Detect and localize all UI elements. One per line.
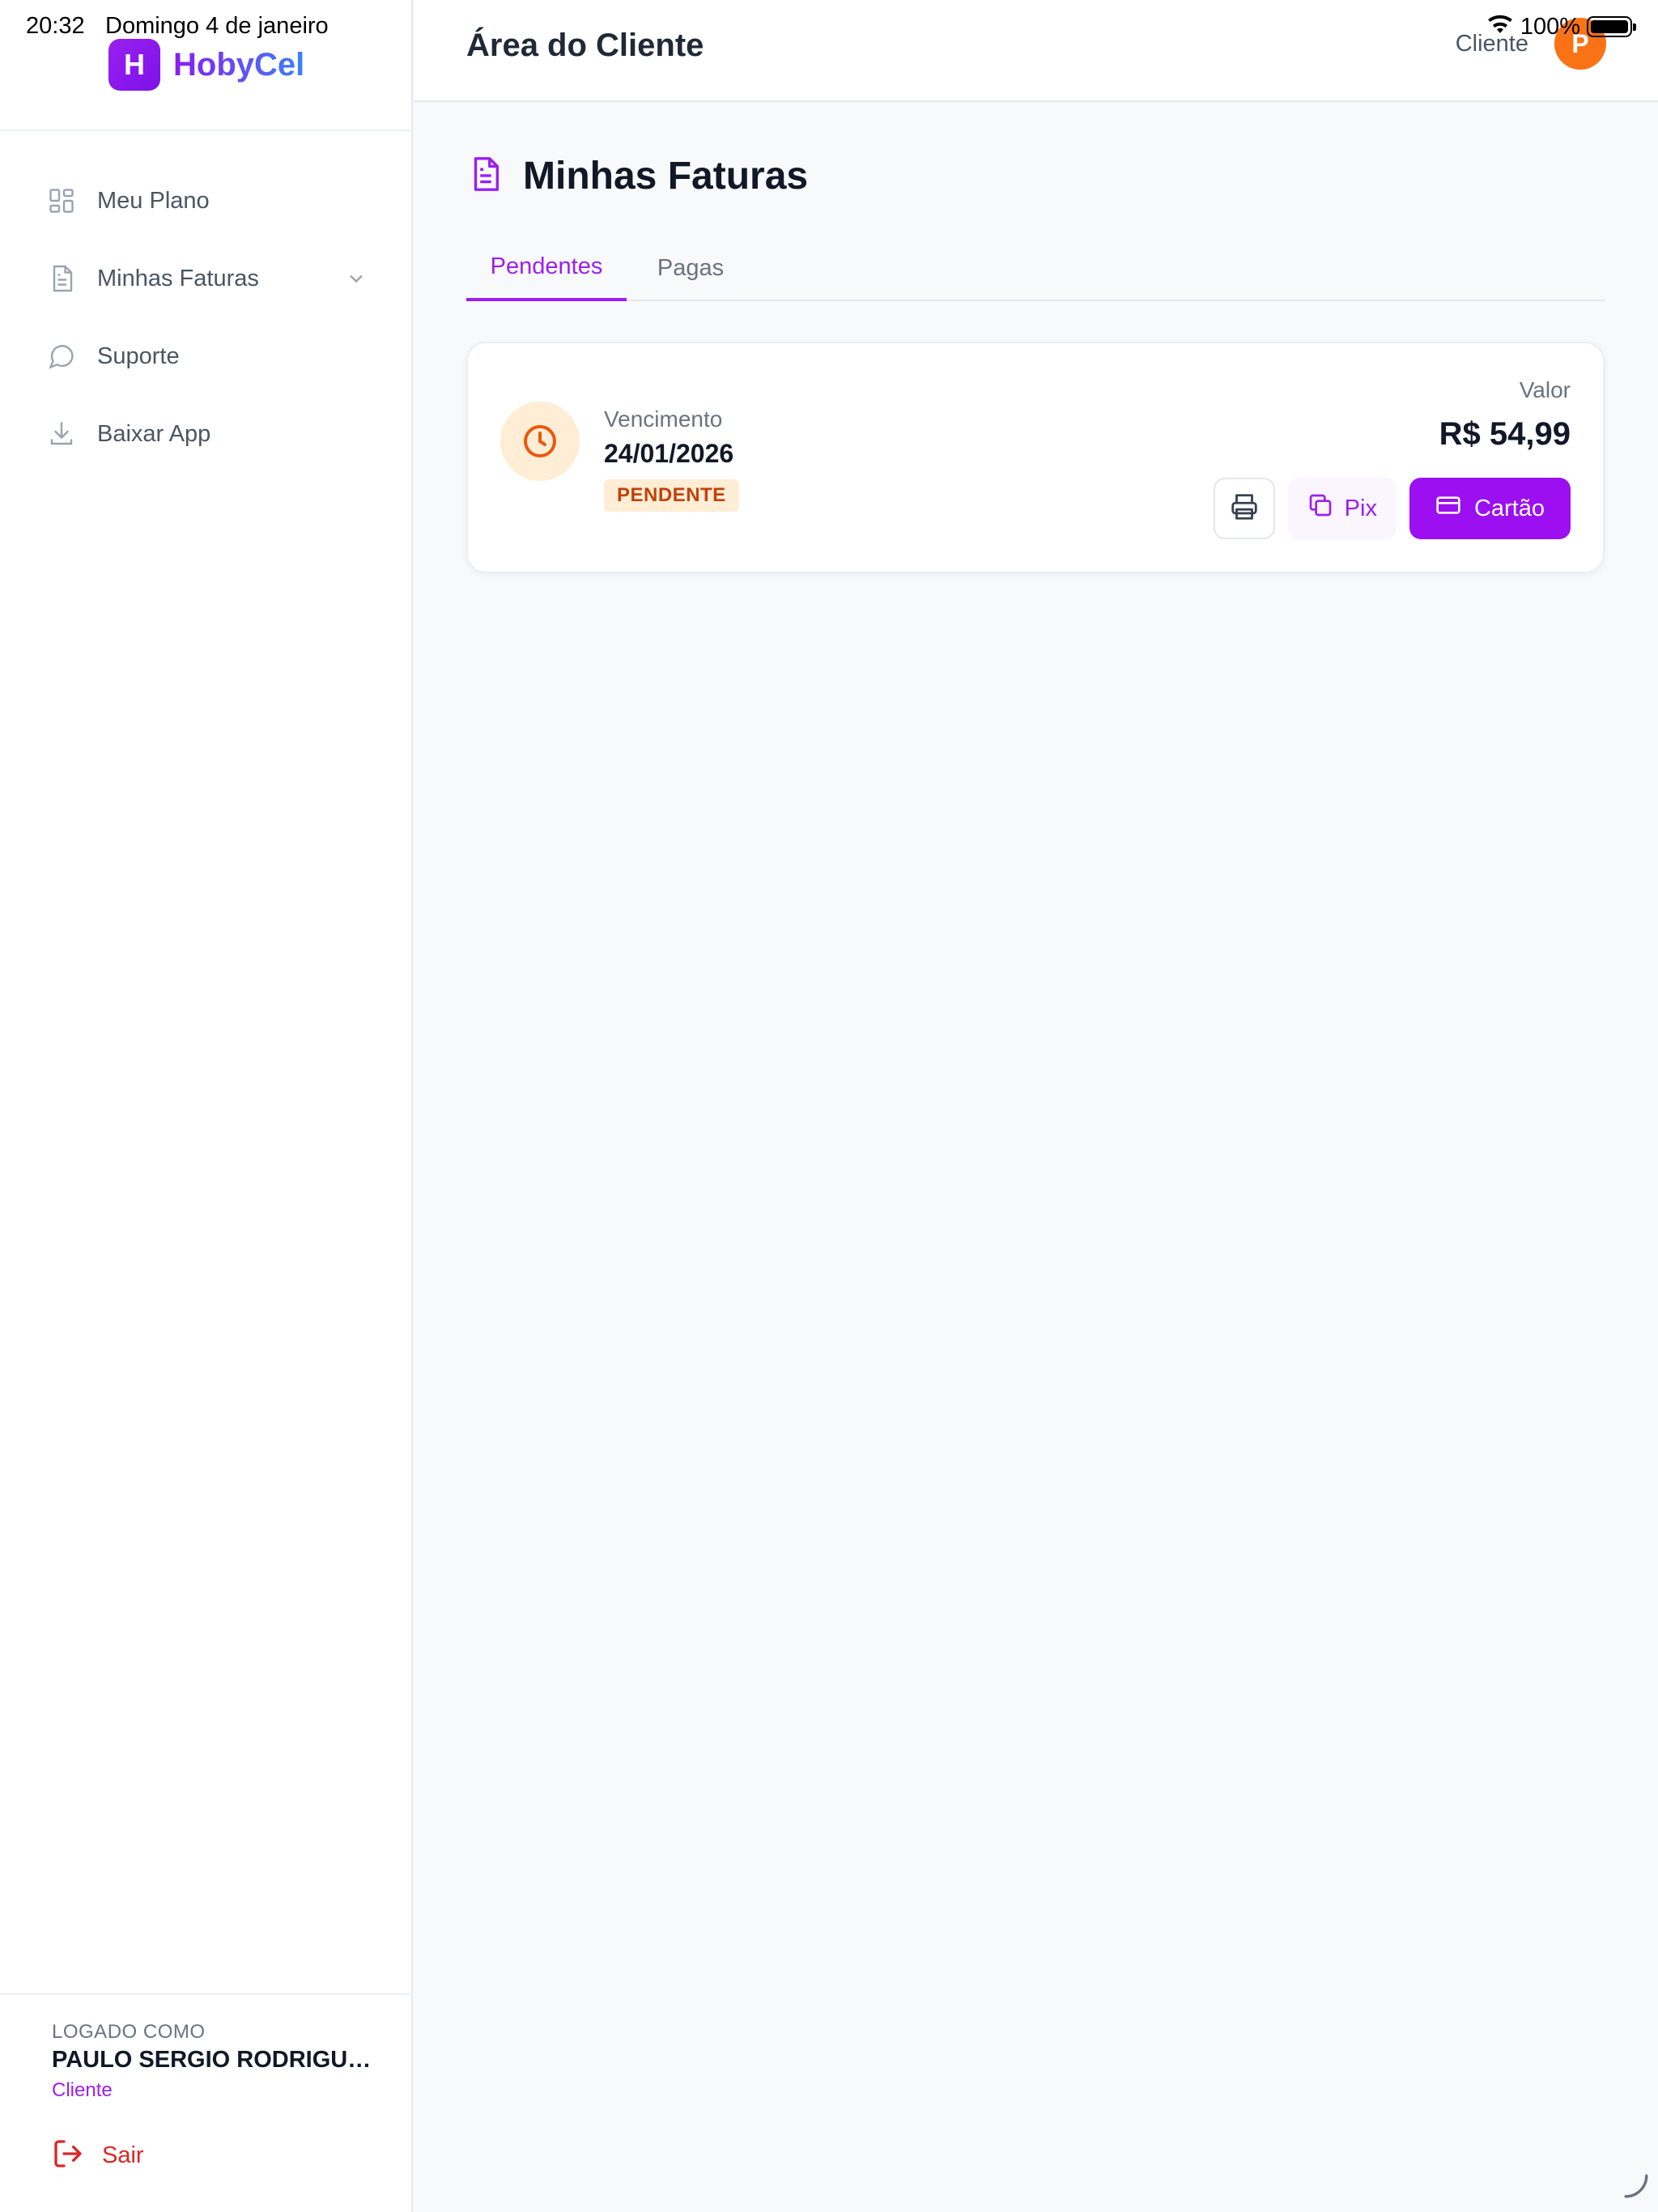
value-label: Valor xyxy=(1519,377,1571,402)
section-title: Minhas Faturas xyxy=(523,155,809,198)
pix-button[interactable]: Pix xyxy=(1287,478,1397,539)
invoice-actions: Pix Cartão xyxy=(1213,478,1571,539)
sidebar-item-label: Suporte xyxy=(97,342,180,369)
sidebar-item-baixar-app[interactable]: Baixar App xyxy=(0,395,413,473)
dashboard-icon xyxy=(45,185,78,217)
clock-icon xyxy=(500,402,580,481)
chat-bubble-icon xyxy=(45,340,78,372)
print-button[interactable] xyxy=(1213,478,1275,539)
status-badge: PENDENTE xyxy=(604,479,739,512)
header-role: Cliente xyxy=(1455,31,1528,57)
sidebar-item-suporte[interactable]: Suporte xyxy=(0,317,413,395)
tabs: Pendentes Pagas xyxy=(466,235,1605,301)
sidebar: H HobyCel Meu Plano Minhas Faturas Supor… xyxy=(0,0,413,2212)
logout-label: Sair xyxy=(102,2142,144,2168)
document-icon xyxy=(45,262,78,295)
document-icon xyxy=(466,155,504,197)
divider xyxy=(0,130,413,131)
tab-pagas[interactable]: Pagas xyxy=(627,235,755,301)
brand-logo: H xyxy=(108,39,160,91)
sidebar-item-meu-plano[interactable]: Meu Plano xyxy=(0,162,413,240)
download-icon xyxy=(45,418,78,450)
logout-button[interactable]: Sair xyxy=(52,2138,144,2174)
card-label: Cartão xyxy=(1473,495,1545,521)
brand[interactable]: H HobyCel xyxy=(108,39,304,91)
copy-icon xyxy=(1307,492,1333,525)
logged-as-label: LOGADO COMO xyxy=(52,2021,206,2043)
sidebar-item-label: Minhas Faturas xyxy=(97,265,259,291)
tab-pendentes[interactable]: Pendentes xyxy=(466,235,627,301)
user-role: Cliente xyxy=(52,2079,113,2101)
sidebar-item-label: Baixar App xyxy=(97,420,211,447)
divider xyxy=(0,1993,413,1995)
user-name: PAULO SERGIO RODRIGUES xyxy=(52,2047,376,2073)
due-label: Vencimento xyxy=(604,406,723,432)
due-date: 24/01/2026 xyxy=(604,439,734,468)
brand-name: HobyCel xyxy=(173,46,305,83)
credit-card-icon xyxy=(1435,492,1461,525)
pix-label: Pix xyxy=(1344,495,1377,521)
page-title: Área do Cliente xyxy=(466,28,704,63)
sidebar-item-minhas-faturas[interactable]: Minhas Faturas xyxy=(0,240,413,317)
printer-icon xyxy=(1229,491,1260,526)
top-header: Área do Cliente Cliente P xyxy=(414,0,1658,102)
invoice-value: R$ 54,99 xyxy=(1439,416,1571,452)
chevron-down-icon[interactable] xyxy=(345,267,368,290)
invoice-card: Vencimento 24/01/2026 PENDENTE Valor R$ … xyxy=(466,342,1605,573)
logout-icon xyxy=(52,2138,84,2174)
avatar[interactable]: P xyxy=(1554,18,1606,70)
sidebar-item-label: Meu Plano xyxy=(97,187,210,214)
section-heading: Minhas Faturas xyxy=(466,154,808,198)
resize-handle-icon[interactable] xyxy=(1622,2172,1650,2204)
card-payment-button[interactable]: Cartão xyxy=(1409,478,1571,539)
sidebar-nav: Meu Plano Minhas Faturas Suporte Baixar … xyxy=(0,162,413,473)
